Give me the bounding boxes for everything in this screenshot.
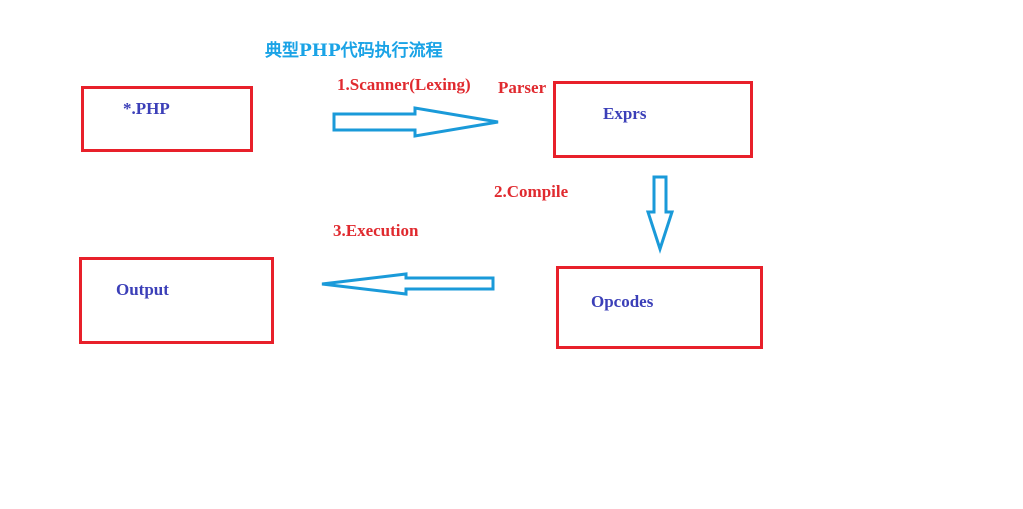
diagram-canvas: 典型PHP代码执行流程 *.PHP Exprs Opcodes Output 1… <box>0 0 1023 509</box>
arrows-layer <box>321 106 675 296</box>
arrow-left-execution <box>321 272 495 296</box>
arrow-right-scanner <box>332 106 499 138</box>
arrow-down-compile <box>645 175 675 254</box>
